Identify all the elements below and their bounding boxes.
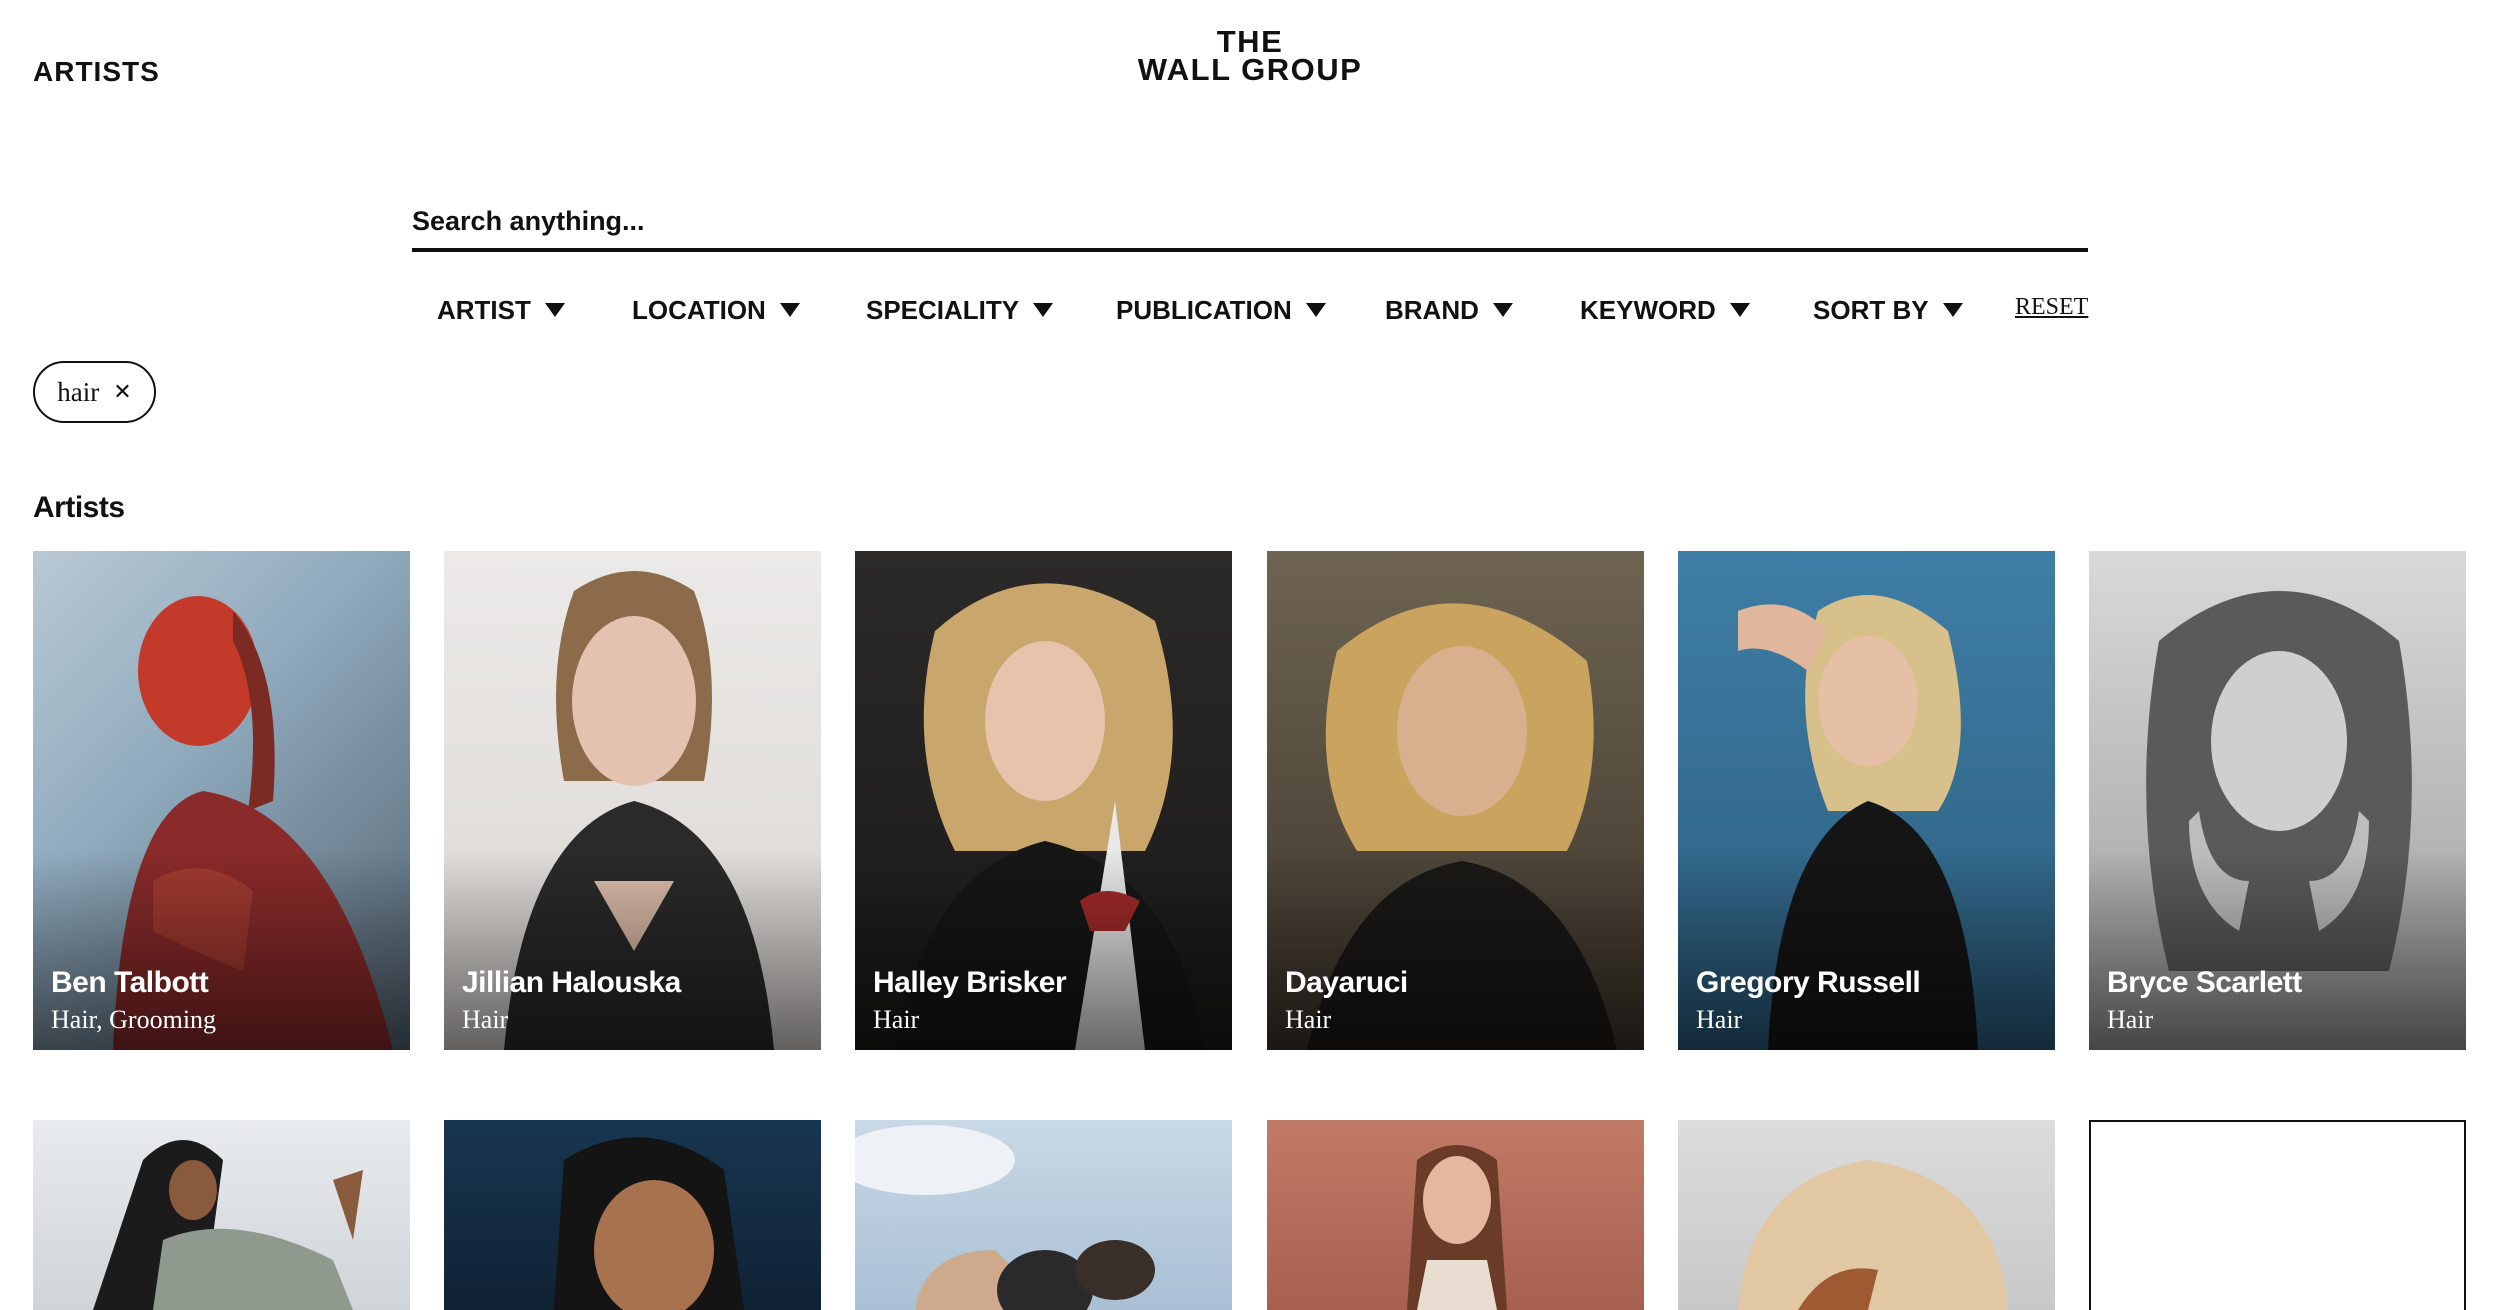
artist-card[interactable] (1678, 1120, 2055, 1310)
filter-label: PUBLICATION (1116, 294, 1292, 325)
artist-role: Hair (873, 1005, 920, 1034)
chip-label: hair (57, 376, 100, 407)
artist-name: Gregory Russell (1696, 966, 1921, 999)
close-icon[interactable]: ✕ (113, 380, 131, 405)
filter-sort-by[interactable]: SORT BY (1813, 290, 1963, 330)
filter-label: SORT BY (1813, 294, 1929, 325)
caret-down-icon (1033, 303, 1054, 317)
filter-label: BRAND (1385, 294, 1479, 325)
caret-down-icon (779, 303, 800, 317)
artist-card[interactable]: Halley Brisker Hair (855, 551, 1232, 1050)
caret-down-icon (1942, 303, 1963, 317)
artist-card[interactable]: Dayaruci Hair (1267, 551, 1644, 1050)
active-filter-chip[interactable]: hair ✕ (33, 361, 156, 423)
artist-photo (1407, 1145, 1507, 1310)
section-title: Artists (33, 491, 125, 524)
caret-down-icon (1492, 303, 1513, 317)
artist-card-placeholder[interactable] (2089, 1120, 2466, 1310)
artist-role: Hair (1285, 1005, 1332, 1034)
search-input[interactable] (412, 196, 2088, 246)
caret-down-icon (1729, 303, 1750, 317)
caret-down-icon (1305, 303, 1326, 317)
reset-filters-link[interactable]: RESET (2015, 294, 2088, 321)
artist-name: Jillian Halouska (462, 966, 681, 999)
filter-speciality[interactable]: SPECIALITY (866, 290, 1054, 330)
artist-photo (855, 1125, 1155, 1310)
search-bar (412, 196, 2088, 252)
artist-card[interactable] (33, 1120, 410, 1310)
artist-card[interactable]: Ben Talbott Hair, Grooming (33, 551, 410, 1050)
artist-name: Dayaruci (1285, 966, 1408, 999)
artist-photo (93, 1140, 363, 1310)
artist-role: Hair (1696, 1005, 1743, 1034)
artist-name: Bryce Scarlett (2107, 966, 2302, 999)
filter-bar: ARTIST LOCATION SPECIALITY PUBLICATION B… (0, 290, 2500, 330)
filter-label: KEYWORD (1580, 294, 1716, 325)
logo-line-2: WALL GROUP (1137, 52, 1363, 87)
caret-down-icon (544, 303, 565, 317)
artist-card[interactable]: Jillian Halouska Hair (444, 551, 821, 1050)
artist-role: Hair, Grooming (51, 1005, 217, 1034)
artist-card[interactable] (1267, 1120, 1644, 1310)
filter-brand[interactable]: BRAND (1385, 290, 1513, 330)
filter-publication[interactable]: PUBLICATION (1116, 290, 1326, 330)
artist-role: Hair (2107, 1005, 2154, 1034)
filter-label: ARTIST (437, 294, 531, 325)
artist-name: Ben Talbott (51, 966, 209, 999)
filter-location[interactable]: LOCATION (632, 290, 800, 330)
filter-artist[interactable]: ARTIST (437, 290, 565, 330)
filter-label: LOCATION (632, 294, 766, 325)
artists-nav-link[interactable]: ARTISTS (33, 56, 160, 88)
artist-photo (554, 1137, 744, 1310)
artist-photo (1738, 1160, 2008, 1310)
artist-name: Halley Brisker (873, 966, 1067, 999)
artist-card[interactable] (444, 1120, 821, 1310)
artist-role: Hair (462, 1005, 509, 1034)
filter-keyword[interactable]: KEYWORD (1580, 290, 1750, 330)
the-wall-group-logo[interactable]: THE WALL GROUP (1120, 26, 1380, 87)
artist-card[interactable] (855, 1120, 1232, 1310)
filter-label: SPECIALITY (866, 294, 1020, 325)
artist-card[interactable]: Bryce Scarlett Hair (2089, 551, 2466, 1050)
artist-card[interactable]: Gregory Russell Hair (1678, 551, 2055, 1050)
